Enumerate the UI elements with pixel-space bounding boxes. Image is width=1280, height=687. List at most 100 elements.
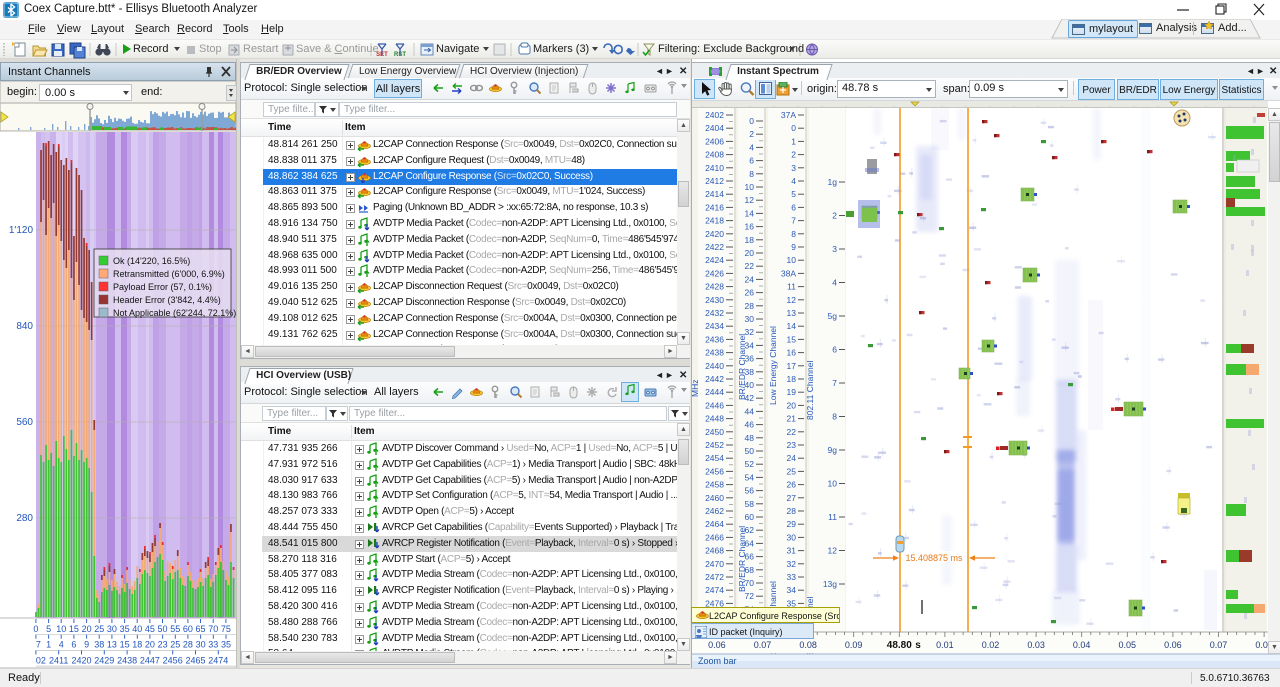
svg-text:2418: 2418 <box>705 216 724 226</box>
svg-text:20: 20 <box>145 640 155 650</box>
svg-text:34: 34 <box>787 585 797 595</box>
svg-text:802.11 Channel: 802.11 Channel <box>805 360 815 420</box>
svg-text:30: 30 <box>787 532 797 542</box>
svg-text:2474: 2474 <box>705 585 724 595</box>
svg-text:4: 4 <box>791 176 796 186</box>
svg-text:RST: RST <box>394 52 406 58</box>
svg-text:2406: 2406 <box>705 136 724 146</box>
svg-text:560: 560 <box>16 417 33 428</box>
svg-text:26: 26 <box>745 288 755 298</box>
svg-text:28: 28 <box>183 640 193 650</box>
svg-text:Header Error (3'842, 4.4%): Header Error (3'842, 4.4%) <box>113 295 221 305</box>
svg-text:30: 30 <box>196 640 206 650</box>
svg-text:48.80: 48.80 <box>887 640 912 651</box>
svg-text:2465: 2465 <box>185 655 205 665</box>
svg-text:38: 38 <box>94 640 104 650</box>
svg-text:0.07: 0.07 <box>754 640 772 650</box>
svg-text:23: 23 <box>787 440 797 450</box>
svg-text:2450: 2450 <box>705 427 724 437</box>
svg-text:2442: 2442 <box>705 374 724 384</box>
svg-text:Retransmitted (6'000, 6.9%): Retransmitted (6'000, 6.9%) <box>113 269 225 279</box>
svg-text:2408: 2408 <box>705 150 724 160</box>
svg-text:65: 65 <box>195 624 205 634</box>
svg-text:2414: 2414 <box>705 189 724 199</box>
svg-text:20: 20 <box>787 400 797 410</box>
svg-text:0.02: 0.02 <box>982 640 1000 650</box>
svg-text:0: 0 <box>791 123 796 133</box>
svg-text:2429: 2429 <box>94 655 114 665</box>
svg-text:2: 2 <box>749 129 754 139</box>
svg-text:2468: 2468 <box>705 546 724 556</box>
svg-text:52: 52 <box>745 459 755 469</box>
svg-text:2454: 2454 <box>705 453 724 463</box>
svg-text:2428: 2428 <box>705 282 724 292</box>
svg-text:0: 0 <box>33 624 38 634</box>
svg-text:0.06: 0.06 <box>708 640 726 650</box>
svg-text:25: 25 <box>787 466 797 476</box>
svg-text:0.06: 0.06 <box>1164 640 1182 650</box>
svg-text:28: 28 <box>787 506 797 516</box>
svg-text:0.08: 0.08 <box>799 640 817 650</box>
svg-text:0.04: 0.04 <box>1073 640 1091 650</box>
svg-text:0: 0 <box>749 116 754 126</box>
svg-text:12: 12 <box>828 546 838 556</box>
svg-text:2412: 2412 <box>705 176 724 186</box>
svg-text:2470: 2470 <box>705 559 724 569</box>
svg-text:33: 33 <box>208 640 218 650</box>
svg-text:MHz: MHz <box>692 380 700 397</box>
svg-text:7: 7 <box>791 216 796 226</box>
svg-text:56: 56 <box>745 486 755 496</box>
svg-text:29: 29 <box>787 519 797 529</box>
svg-text:2: 2 <box>832 211 837 221</box>
svg-text:2426: 2426 <box>705 268 724 278</box>
svg-text:Low Energy Channel: Low Energy Channel <box>768 326 778 405</box>
svg-text:37A: 37A <box>781 110 796 120</box>
svg-text:54: 54 <box>745 472 755 482</box>
svg-text:4: 4 <box>749 142 754 152</box>
svg-text:13: 13 <box>107 640 117 650</box>
svg-text:31: 31 <box>787 546 797 556</box>
svg-text:14: 14 <box>787 321 797 331</box>
svg-text:2404: 2404 <box>705 123 724 133</box>
svg-text:2458: 2458 <box>705 480 724 490</box>
svg-text:10: 10 <box>787 255 797 265</box>
svg-text:5g: 5g <box>828 311 838 321</box>
svg-text:60: 60 <box>745 512 755 522</box>
svg-text:23: 23 <box>158 640 168 650</box>
svg-text:50: 50 <box>745 446 755 456</box>
svg-text:15: 15 <box>69 624 79 634</box>
svg-text:10: 10 <box>828 479 838 489</box>
svg-text:5: 5 <box>46 624 51 634</box>
svg-text:2410: 2410 <box>705 163 724 173</box>
svg-text:32: 32 <box>787 559 797 569</box>
svg-text:18: 18 <box>745 235 755 245</box>
svg-text:4: 4 <box>832 278 837 288</box>
svg-text:s: s <box>915 640 921 651</box>
svg-text:30: 30 <box>745 314 755 324</box>
svg-text:2420: 2420 <box>71 655 91 665</box>
svg-text:3: 3 <box>832 244 837 254</box>
svg-text:2436: 2436 <box>705 334 724 344</box>
svg-text:16: 16 <box>787 348 797 358</box>
svg-text:18: 18 <box>132 640 142 650</box>
svg-text:02: 02 <box>36 655 46 665</box>
svg-text:44: 44 <box>745 406 755 416</box>
svg-text:10: 10 <box>56 624 66 634</box>
svg-text:11: 11 <box>787 282 796 292</box>
svg-text:26: 26 <box>787 480 797 490</box>
svg-text:280: 280 <box>16 513 33 524</box>
svg-text:14: 14 <box>745 208 755 218</box>
svg-text:2416: 2416 <box>705 202 724 212</box>
svg-text:Ok (14'220, 16.5%): Ok (14'220, 16.5%) <box>113 256 190 266</box>
svg-text:60: 60 <box>183 624 193 634</box>
svg-text:55: 55 <box>170 624 180 634</box>
svg-text:1: 1 <box>46 640 51 650</box>
svg-text:2422: 2422 <box>705 242 724 252</box>
svg-text:45: 45 <box>145 624 155 634</box>
svg-text:24: 24 <box>787 453 797 463</box>
svg-text:2444: 2444 <box>705 387 724 397</box>
svg-text:6: 6 <box>71 640 76 650</box>
svg-text:11: 11 <box>828 512 837 522</box>
svg-text:Payload Error (57, 0.1%): Payload Error (57, 0.1%) <box>113 282 212 292</box>
svg-text:27: 27 <box>787 493 797 503</box>
